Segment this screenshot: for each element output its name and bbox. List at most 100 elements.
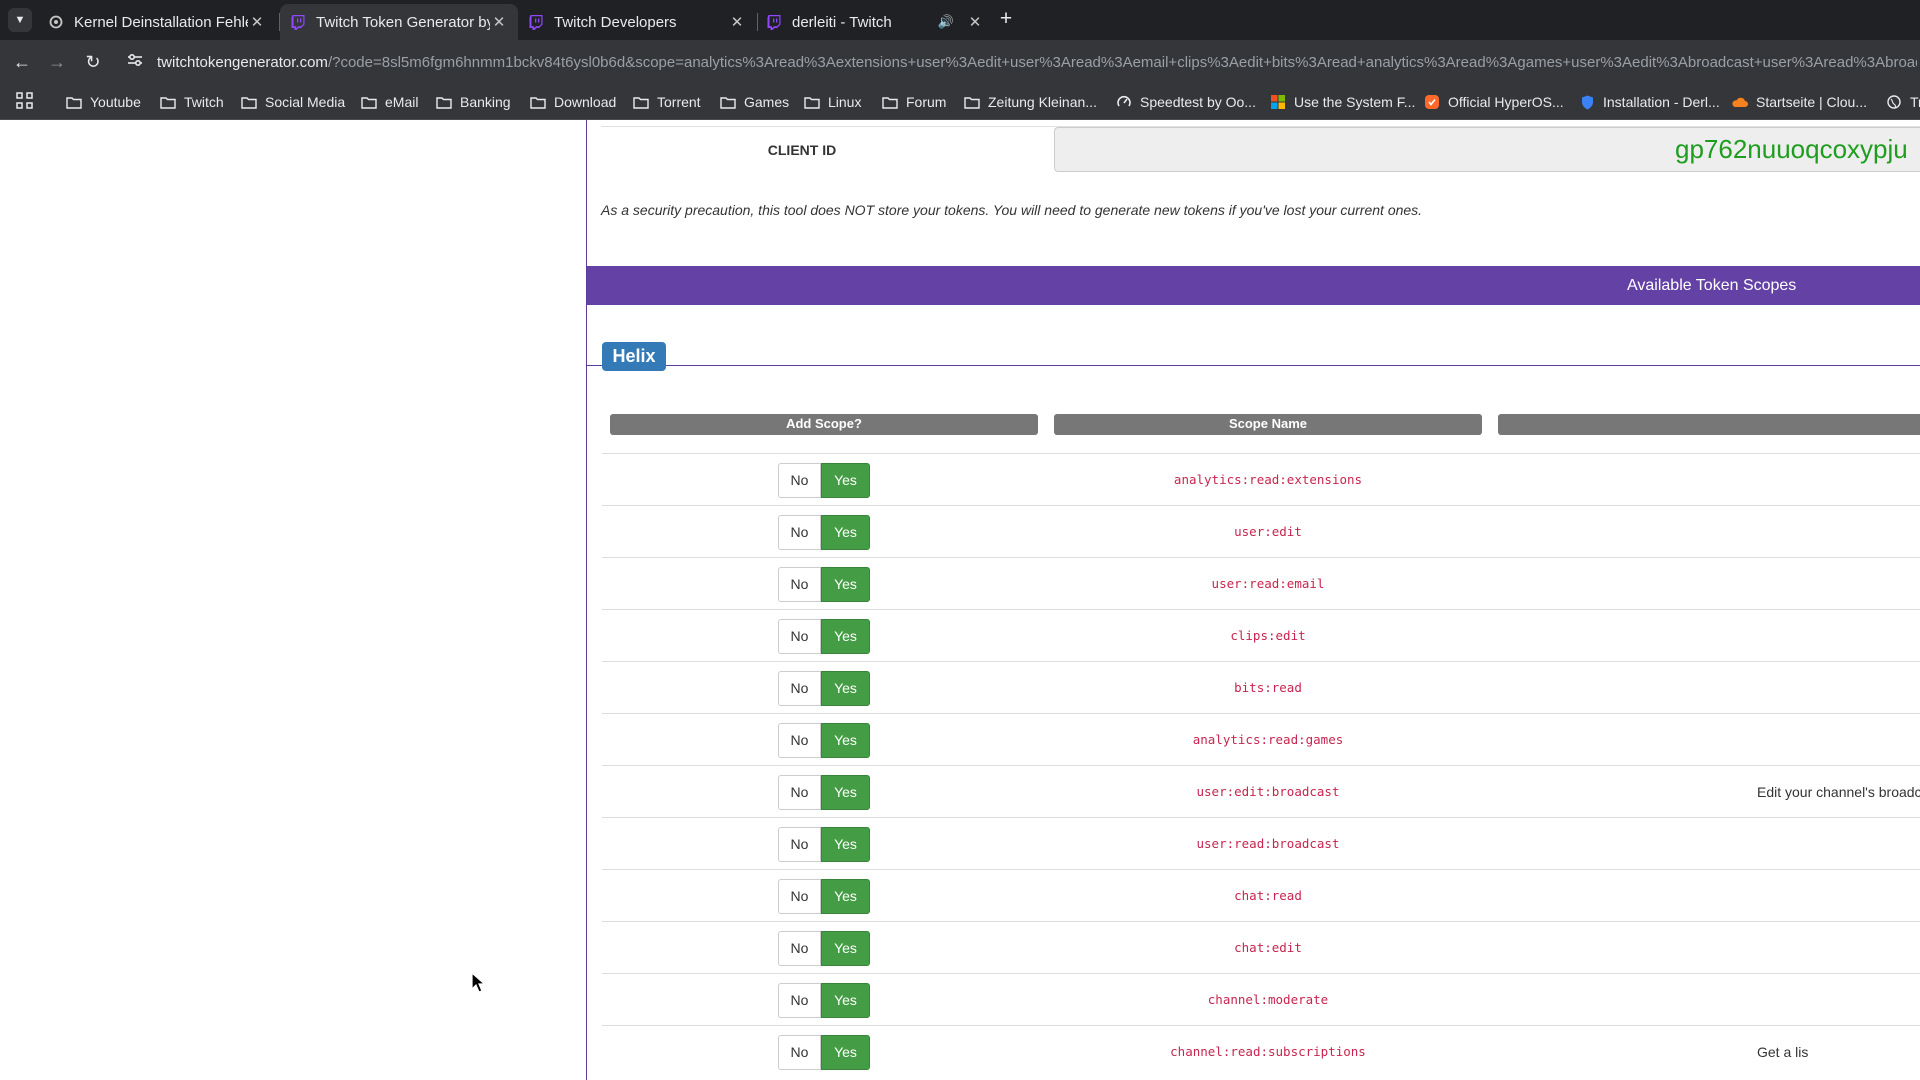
folder-icon bbox=[160, 95, 176, 109]
bookmark-item[interactable]: Banking bbox=[436, 91, 511, 113]
reload-button[interactable]: ↻ bbox=[80, 49, 106, 75]
folder-icon bbox=[361, 95, 377, 109]
scope-name: chat:edit bbox=[1234, 940, 1302, 955]
folder-icon bbox=[633, 95, 649, 109]
no-button[interactable]: No bbox=[778, 879, 821, 914]
shield-icon bbox=[1579, 95, 1595, 109]
forward-button[interactable]: → bbox=[44, 49, 70, 75]
bookmark-item[interactable]: Download bbox=[530, 91, 616, 113]
folder-icon bbox=[530, 95, 546, 109]
no-button[interactable]: No bbox=[778, 567, 821, 602]
bookmark-item[interactable]: Use the System F... bbox=[1270, 91, 1415, 113]
bookmark-item[interactable]: Official HyperOS... bbox=[1424, 91, 1564, 113]
helix-label: Helix bbox=[602, 342, 666, 371]
address-bar[interactable]: twitchtokengenerator.com/?code=8sl5m6fgm… bbox=[157, 52, 1917, 74]
bookmark-item[interactable]: Tr bbox=[1886, 91, 1920, 113]
no-button[interactable]: No bbox=[778, 463, 821, 498]
scope-name: user:edit bbox=[1234, 524, 1302, 539]
client-id-field[interactable]: gp762nuuoqcoxypju bbox=[1054, 127, 1920, 172]
no-button[interactable]: No bbox=[778, 723, 821, 758]
cloud-icon bbox=[1732, 95, 1748, 109]
scopes-panel-title: Available Token Scopes bbox=[1627, 277, 1797, 294]
yes-button[interactable]: Yes bbox=[821, 983, 870, 1018]
close-icon[interactable]: ✕ bbox=[490, 13, 508, 31]
bookmark-label: Official HyperOS... bbox=[1448, 94, 1564, 110]
yes-button[interactable]: Yes bbox=[821, 723, 870, 758]
site-settings-icon[interactable] bbox=[124, 51, 146, 73]
scopes-panel-header: Available Token Scopes bbox=[587, 266, 1920, 305]
yes-button[interactable]: Yes bbox=[821, 775, 870, 810]
bookmark-item[interactable]: Zeitung Kleinan... bbox=[964, 91, 1097, 113]
yes-button[interactable]: Yes bbox=[821, 879, 870, 914]
no-button[interactable]: No bbox=[778, 931, 821, 966]
no-button[interactable]: No bbox=[778, 619, 821, 654]
scope-toggle: No Yes bbox=[778, 567, 870, 602]
no-button[interactable]: No bbox=[778, 827, 821, 862]
scope-toggle: No Yes bbox=[778, 723, 870, 758]
bookmark-item[interactable]: Youtube bbox=[66, 91, 141, 113]
folder-icon bbox=[804, 95, 820, 109]
scope-toggle: No Yes bbox=[778, 671, 870, 706]
scope-name: analytics:read:extensions bbox=[1173, 472, 1363, 487]
yes-button[interactable]: Yes bbox=[821, 619, 870, 654]
tab-kernel[interactable]: Kernel Deinstallation Fehler ✕ bbox=[38, 4, 276, 40]
scope-name: channel:read:subscriptions bbox=[1170, 1044, 1366, 1059]
bookmark-item[interactable]: Twitch bbox=[160, 91, 224, 113]
yes-button[interactable]: Yes bbox=[821, 567, 870, 602]
column-header-description bbox=[1498, 414, 1920, 435]
no-button[interactable]: No bbox=[778, 515, 821, 550]
tab-title: derleiti - Twitch bbox=[792, 13, 892, 31]
windows-icon bbox=[1270, 95, 1286, 109]
column-header-scope-name: Scope Name bbox=[1054, 414, 1482, 435]
bookmark-item[interactable]: Forum bbox=[882, 91, 946, 113]
apps-grid-icon[interactable] bbox=[16, 92, 36, 112]
bookmark-label: Speedtest by Oo... bbox=[1140, 94, 1256, 110]
no-button[interactable]: No bbox=[778, 983, 821, 1018]
bookmark-label: Use the System F... bbox=[1294, 94, 1416, 110]
table-row: No Yes channel:moderate bbox=[602, 973, 1920, 1025]
yes-button[interactable]: Yes bbox=[821, 827, 870, 862]
table-row: No Yes chat:read bbox=[602, 869, 1920, 921]
yes-button[interactable]: Yes bbox=[821, 671, 870, 706]
bookmark-item[interactable]: eMail bbox=[361, 91, 418, 113]
yes-button[interactable]: Yes bbox=[821, 515, 870, 550]
yes-button[interactable]: Yes bbox=[821, 1035, 870, 1070]
bookmark-label: Linux bbox=[828, 94, 862, 110]
tab-twitch-token-generator[interactable]: Twitch Token Generator by ✕ bbox=[280, 4, 518, 40]
token-scopes-panel: Available Token Scopes Helix Add Scope? … bbox=[586, 266, 1920, 1080]
tab-twitch-developers[interactable]: Twitch Developers ✕ bbox=[518, 4, 756, 40]
yes-button[interactable]: Yes bbox=[821, 931, 870, 966]
close-icon[interactable]: ✕ bbox=[966, 13, 984, 31]
no-button[interactable]: No bbox=[778, 671, 821, 706]
bookmark-item[interactable]: Installation - Derl... bbox=[1579, 91, 1720, 113]
bookmark-item[interactable]: Games bbox=[720, 91, 789, 113]
scope-toggle: No Yes bbox=[778, 463, 870, 498]
bookmark-item[interactable]: Torrent bbox=[633, 91, 701, 113]
no-button[interactable]: No bbox=[778, 775, 821, 810]
twitch-icon bbox=[528, 14, 544, 30]
tab-search-button[interactable]: ▼ bbox=[8, 8, 32, 32]
tab-title: Kernel Deinstallation Fehler bbox=[74, 13, 248, 31]
tab-derleiti-twitch[interactable]: derleiti - Twitch 🔊 ✕ bbox=[756, 4, 994, 40]
bookmarks-bar: Youtube Twitch Social Media eMail Banking Dow… bbox=[0, 84, 1920, 120]
scope-name: chat:read bbox=[1234, 888, 1302, 903]
tab-title: Twitch Developers bbox=[554, 13, 677, 31]
bookmark-item[interactable]: Social Media bbox=[241, 91, 345, 113]
bookmark-item[interactable]: Speedtest by Oo... bbox=[1116, 91, 1256, 113]
twitch-icon bbox=[290, 14, 306, 30]
bookmark-item[interactable]: Startseite | Clou... bbox=[1732, 91, 1867, 113]
close-icon[interactable]: ✕ bbox=[728, 13, 746, 31]
folder-icon bbox=[436, 95, 452, 109]
url-path: /?code=8sl5m6fgm6hnmm1bckv84t6ysl0b6d&sc… bbox=[327, 54, 1917, 71]
close-icon[interactable]: ✕ bbox=[248, 13, 266, 31]
table-row: No Yes user:edit:broadcast Edit your channe… bbox=[602, 765, 1920, 817]
table-row: No Yes channel:read:subscriptions Get a lis bbox=[602, 1025, 1920, 1077]
no-button[interactable]: No bbox=[778, 1035, 821, 1070]
bookmark-label: Torrent bbox=[657, 94, 701, 110]
yes-button[interactable]: Yes bbox=[821, 463, 870, 498]
back-button[interactable]: ← bbox=[9, 49, 35, 75]
new-tab-button[interactable]: + bbox=[994, 8, 1018, 32]
bookmark-item[interactable]: Linux bbox=[804, 91, 861, 113]
ring-icon bbox=[48, 14, 64, 30]
speaker-icon[interactable]: 🔊 bbox=[938, 14, 954, 30]
